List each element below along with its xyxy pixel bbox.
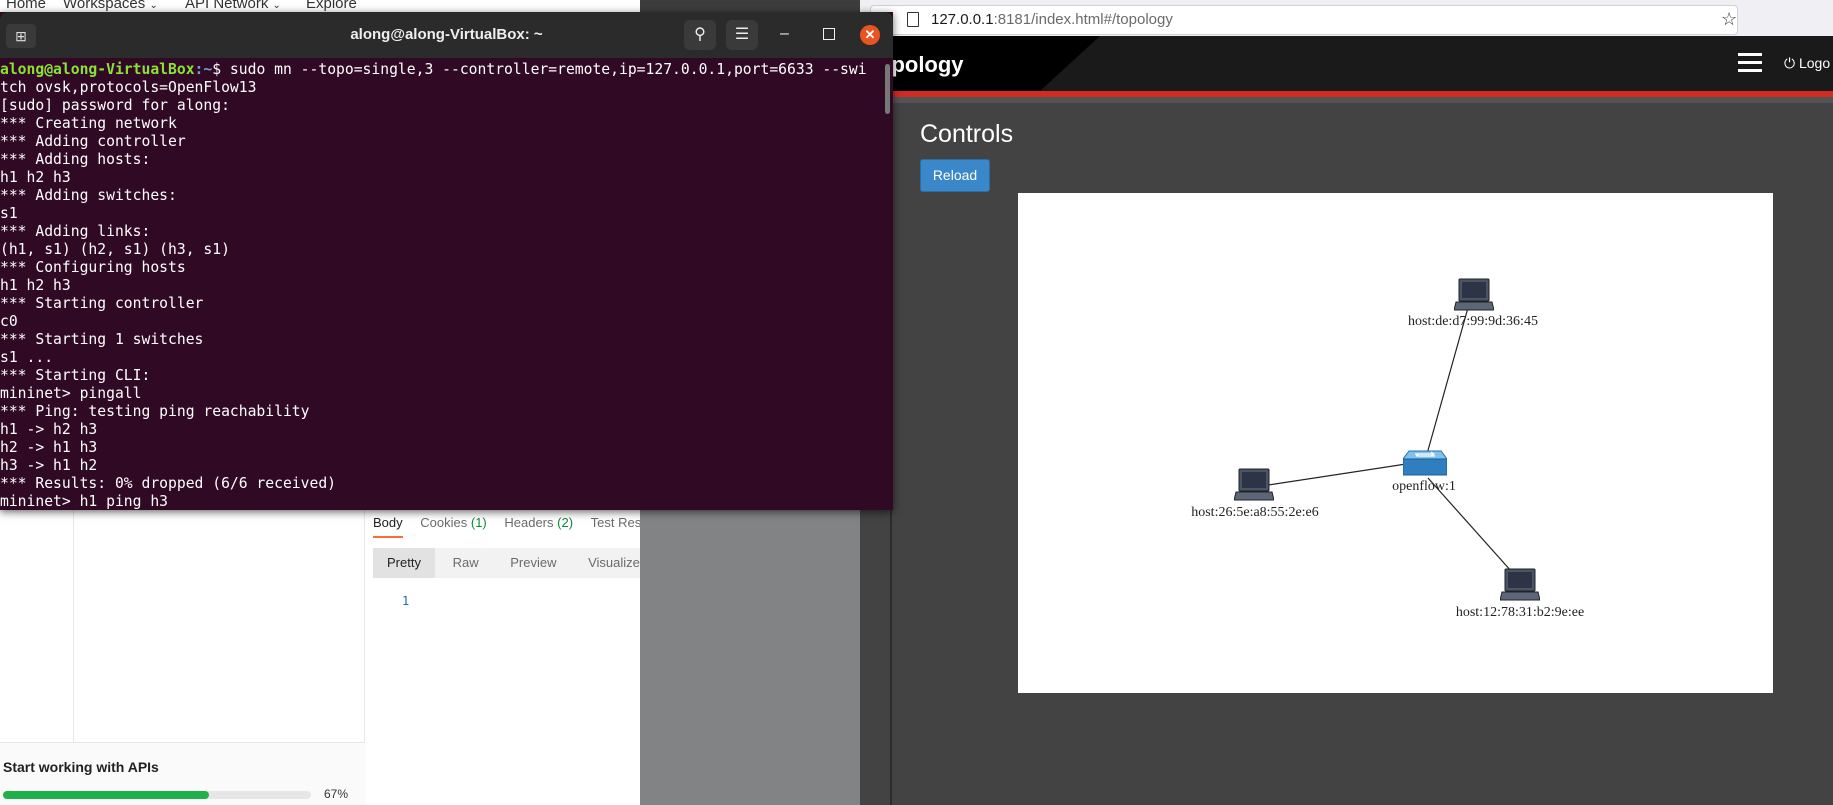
maximize-icon[interactable] <box>823 28 835 40</box>
postman-left-rail <box>0 510 74 742</box>
terminal-line: *** Starting 1 switches <box>0 331 204 348</box>
terminal-line: mininet> h1 ping h3 <box>0 493 169 510</box>
editor-line-number: 1 <box>402 594 410 608</box>
nav-home[interactable]: Home <box>6 0 46 12</box>
tab-headers-label: Headers <box>504 515 554 530</box>
terminal-line: *** Adding links: <box>0 223 151 240</box>
tab-headers[interactable]: Headers (2) <box>504 515 573 536</box>
nav-explore[interactable]: Explore <box>306 0 357 12</box>
menu-icon[interactable]: ☰ <box>726 20 758 50</box>
terminal-line: h1 h2 h3 <box>0 169 71 186</box>
onboarding-progress-label: 67% <box>324 787 349 801</box>
host-label: host:de:d7:99:9d:36:45 <box>1408 314 1538 329</box>
terminal-line: s1 ... <box>0 349 54 366</box>
close-icon[interactable]: ✕ <box>860 25 880 45</box>
terminal-line: *** Starting controller <box>0 295 204 312</box>
tab-body[interactable]: Body <box>373 515 403 538</box>
topology-canvas[interactable]: openflow:1 host:de:d7:99:9d:36:45 host:2… <box>1018 193 1773 693</box>
url-path: :8181/index.html#/topology <box>993 11 1173 28</box>
terminal-line: (h1, s1) (h2, s1) (h3, s1) <box>0 241 230 258</box>
terminal-output[interactable]: along@along-VirtualBox:~$ sudo mn --topo… <box>0 58 885 510</box>
tab-cookies[interactable]: Cookies (1) <box>420 515 486 536</box>
terminal-line: *** Results: 0% dropped (6/6 received) <box>0 475 337 492</box>
view-pretty-button[interactable]: Pretty <box>373 548 435 578</box>
terminal-window[interactable]: ⊞ along@along-VirtualBox: ~ ⚲ ☰ – ✕ alon… <box>0 12 893 510</box>
switch-icon[interactable] <box>1403 445 1447 479</box>
terminal-lines: tch ovsk,protocols=OpenFlow13 [sudo] pas… <box>0 79 885 510</box>
view-raw-button[interactable]: Raw <box>439 548 493 578</box>
terminal-scrollbar[interactable] <box>885 64 890 114</box>
terminal-title: along@along-VirtualBox: ~ <box>350 26 543 43</box>
controls-heading: Controls <box>920 120 1014 148</box>
response-pane: Body Cookies (1) Headers (2) Test Resul … <box>365 510 651 805</box>
chevron-down-icon: ⌄ <box>272 0 281 11</box>
nav-api-network[interactable]: API Network ⌄ <box>185 0 281 12</box>
switch-label: openflow:1 <box>1392 479 1456 494</box>
reload-button[interactable]: Reload <box>920 159 990 192</box>
power-icon: ⏻ <box>1784 55 1796 71</box>
bookmark-star-icon[interactable]: ☆ <box>1721 9 1737 30</box>
response-tabs: Body Cookies (1) Headers (2) Test Resul <box>373 515 665 543</box>
terminal-line: h1 -> h2 h3 <box>0 421 98 438</box>
window-edge <box>890 510 892 805</box>
terminal-line: h2 -> h1 h3 <box>0 439 98 456</box>
nav-workspaces-label: Workspaces <box>63 0 146 12</box>
hamburger-menu-icon[interactable] <box>1738 53 1762 73</box>
terminal-line: h1 h2 h3 <box>0 277 71 294</box>
terminal-line: h3 -> h1 h2 <box>0 457 98 474</box>
terminal-line: *** Adding switches: <box>0 187 177 204</box>
terminal-line: s1 <box>0 205 18 222</box>
address-bar-url: 127.0.0.1:8181/index.html#/topology <box>931 11 1173 28</box>
browser-window: 127.0.0.1:8181/index.html#/topology ☆ op… <box>860 0 1833 805</box>
command-text: $ sudo mn --topo=single,3 --controller=r… <box>212 61 867 78</box>
onboarding-progress-bar <box>3 791 311 799</box>
url-host: 127.0.0.1 <box>931 11 994 28</box>
laptop-icon[interactable] <box>1500 568 1540 604</box>
tab-headers-count: (2) <box>557 515 574 530</box>
postman-sidebar <box>74 510 365 742</box>
prompt-path: :~ <box>194 61 213 78</box>
link-switch-host2 <box>1254 463 1407 488</box>
terminal-line: [sudo] password for along: <box>0 97 230 114</box>
nav-workspaces[interactable]: Workspaces ⌄ <box>63 0 158 12</box>
minimize-icon[interactable]: – <box>780 25 789 43</box>
logout-label: Logo <box>1798 55 1831 71</box>
onboarding-title: Start working with APIs <box>3 759 159 775</box>
terminal-line: mininet> pingall <box>0 385 142 402</box>
prompt-user: along@along-VirtualBox <box>0 61 195 78</box>
header-slant-decoration <box>1040 36 1833 91</box>
terminal-line: *** Configuring hosts <box>0 259 186 276</box>
nav-api-network-label: API Network <box>185 0 269 12</box>
onboarding-panel[interactable]: Start working with APIs 67% <box>0 742 365 805</box>
host-label: host:12:78:31:b2:9e:ee <box>1455 605 1585 620</box>
logout-button[interactable]: ⏻ Logo <box>1784 55 1830 72</box>
terminal-line: *** Adding hosts: <box>0 151 151 168</box>
laptop-icon[interactable] <box>1454 278 1494 314</box>
view-mode-toggle: Pretty Raw Preview Visualize <box>373 548 640 578</box>
topology-links <box>1254 289 1521 582</box>
header-divider <box>860 97 1833 103</box>
tab-cookies-count: (1) <box>470 515 487 530</box>
app-header: opology ⏻ Logo <box>860 36 1833 91</box>
page-icon <box>907 12 919 27</box>
terminal-line: *** Starting CLI: <box>0 367 151 384</box>
browser-toolbar: 127.0.0.1:8181/index.html#/topology ☆ <box>860 0 1833 36</box>
chevron-down-icon: ⌄ <box>149 0 158 11</box>
tab-cookies-label: Cookies <box>420 515 468 530</box>
view-preview-button[interactable]: Preview <box>496 548 570 578</box>
laptop-icon[interactable] <box>1234 468 1274 504</box>
host-label: host:26:5e:a8:55:2e:e6 <box>1191 505 1319 520</box>
terminal-titlebar[interactable]: ⊞ along@along-VirtualBox: ~ ⚲ ☰ – ✕ <box>0 12 893 58</box>
terminal-line: *** Creating network <box>0 115 177 132</box>
terminal-line: *** Adding controller <box>0 133 186 150</box>
terminal-line: tch ovsk,protocols=OpenFlow13 <box>0 79 257 96</box>
terminal-line: *** Ping: testing ping reachability <box>0 403 310 420</box>
address-bar[interactable]: 127.0.0.1:8181/index.html#/topology ☆ <box>870 5 1738 35</box>
terminal-line: c0 <box>0 313 18 330</box>
desktop-background <box>640 510 890 805</box>
search-icon[interactable]: ⚲ <box>684 20 716 50</box>
onboarding-progress-fill <box>3 791 210 799</box>
terminal-command-line: along@along-VirtualBox:~$ sudo mn --topo… <box>0 61 885 79</box>
